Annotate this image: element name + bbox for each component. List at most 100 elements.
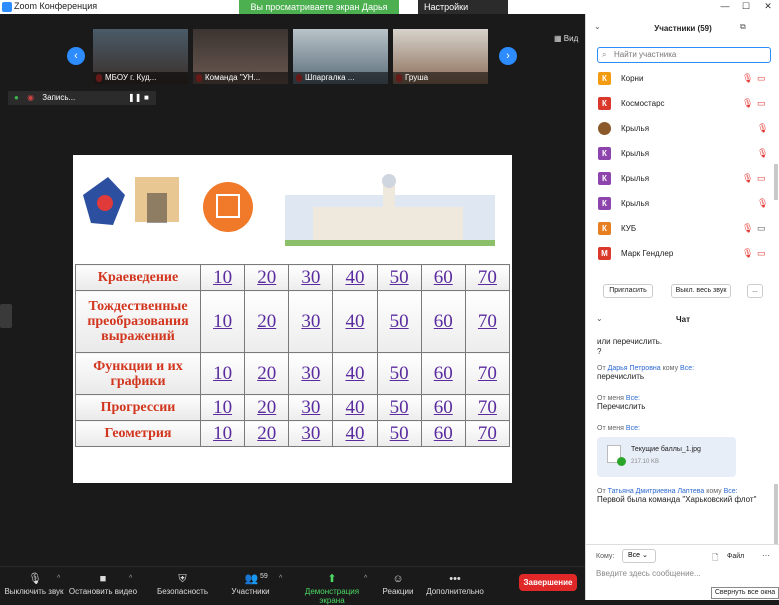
- points-link[interactable]: 40: [332, 352, 378, 395]
- video-off-icon: ▭: [757, 173, 766, 183]
- points-link[interactable]: 20: [244, 394, 290, 421]
- reactions-button[interactable]: ☺ Реакции: [380, 567, 416, 601]
- video-thumbnail[interactable]: Груша: [393, 29, 488, 84]
- message-from: От: [597, 488, 606, 495]
- points-link[interactable]: 60: [420, 290, 466, 353]
- points-link[interactable]: 60: [420, 352, 466, 395]
- participants-scrollbar[interactable]: [774, 164, 778, 200]
- end-meeting-button[interactable]: Завершение: [519, 574, 577, 591]
- more-options-button[interactable]: ...: [747, 284, 763, 298]
- points-link[interactable]: 40: [332, 290, 378, 353]
- participants-title: Участники (59): [654, 24, 712, 33]
- points-link[interactable]: 10: [199, 290, 246, 353]
- message-recipient[interactable]: Все:: [626, 395, 640, 402]
- table-row: Тождественные преобразования выражений 1…: [75, 290, 511, 353]
- stop-video-button[interactable]: ■ Остановить видео: [68, 567, 138, 601]
- points-link[interactable]: 10: [199, 394, 246, 421]
- participant-row[interactable]: К Космостарс 🎙 ▭: [586, 91, 771, 116]
- security-label: Безопасность: [156, 587, 209, 596]
- close-button[interactable]: ✕: [759, 1, 777, 13]
- points-link[interactable]: 20: [244, 264, 290, 291]
- mute-button[interactable]: 🎙 Выключить звук: [4, 567, 64, 601]
- participant-search-input[interactable]: ⌕ Найти участника: [597, 47, 771, 63]
- participant-row[interactable]: К Корни 🎙 ▭: [586, 66, 771, 91]
- points-link[interactable]: 60: [420, 394, 466, 421]
- points-link[interactable]: 50: [376, 420, 422, 447]
- points-link[interactable]: 20: [244, 420, 290, 447]
- points-link[interactable]: 20: [244, 352, 290, 395]
- more-button[interactable]: ••• Дополнительно: [425, 567, 485, 601]
- message-sender[interactable]: Татьяна Дмитриевна Лаптева: [608, 488, 705, 495]
- view-button[interactable]: ▦ Вид: [554, 34, 578, 43]
- message-recipient[interactable]: Все:: [680, 365, 694, 372]
- video-thumbnail[interactable]: Шпаргалка ...: [293, 29, 388, 84]
- participant-row[interactable]: К КУБ 🎙 ▭: [586, 216, 771, 241]
- chat-scrollbar[interactable]: [774, 484, 778, 544]
- points-link[interactable]: 50: [376, 352, 422, 395]
- points-link[interactable]: 70: [464, 264, 511, 291]
- points-link[interactable]: 10: [199, 420, 246, 447]
- video-thumbnail[interactable]: МБОУ г. Куд...: [93, 29, 188, 84]
- points-link[interactable]: 30: [288, 264, 334, 291]
- file-attachment[interactable]: Текущие баллы_1.jpg 217.10 KB: [597, 437, 736, 477]
- invite-button[interactable]: Пригласить: [603, 284, 653, 298]
- points-link[interactable]: 70: [464, 352, 511, 395]
- pause-recording-button[interactable]: ❚❚: [128, 91, 141, 105]
- message-recipient[interactable]: Все:: [626, 425, 640, 432]
- points-link[interactable]: 30: [288, 352, 334, 395]
- mute-all-button[interactable]: Выкл. весь звук: [671, 284, 731, 298]
- share-screen-button[interactable]: ⬆ Демонстрация экрана: [292, 567, 372, 605]
- points-link[interactable]: 40: [332, 420, 378, 447]
- view-options-dropdown[interactable]: Настройки просмотра ⌄: [418, 0, 508, 26]
- video-options-caret[interactable]: ^: [129, 575, 132, 582]
- participant-row[interactable]: М Марк Гендлер 🎙 ▭: [586, 241, 771, 266]
- video-thumbnail[interactable]: Команда "УН...: [193, 29, 288, 84]
- points-link[interactable]: 50: [376, 264, 422, 291]
- muted-mic-icon: 🎙: [757, 198, 769, 208]
- video-label: Остановить видео: [68, 587, 138, 596]
- file-button[interactable]: Файл: [727, 553, 744, 560]
- side-handle[interactable]: [0, 304, 12, 328]
- points-link[interactable]: 40: [332, 394, 378, 421]
- points-link[interactable]: 30: [288, 290, 334, 353]
- message-sender[interactable]: Дарья Петровна: [608, 365, 661, 372]
- participant-row[interactable]: К Крылья 🎙: [586, 191, 771, 216]
- share-caret[interactable]: ^: [364, 575, 367, 582]
- points-link[interactable]: 40: [332, 264, 378, 291]
- points-link[interactable]: 70: [464, 394, 511, 421]
- points-link[interactable]: 30: [288, 394, 334, 421]
- points-link[interactable]: 60: [420, 264, 466, 291]
- points-link[interactable]: 70: [464, 290, 511, 353]
- message-input[interactable]: Введите здесь сообщение...: [596, 569, 766, 585]
- participant-name: Космостарс: [621, 99, 665, 108]
- message-recipient[interactable]: Все:: [724, 488, 738, 495]
- prev-page-button[interactable]: ‹: [67, 47, 85, 65]
- points-link[interactable]: 60: [420, 420, 466, 447]
- points-link[interactable]: 10: [199, 264, 246, 291]
- participant-row[interactable]: К Крылья 🎙 ▭: [586, 166, 771, 191]
- security-button[interactable]: ⛨ Безопасность: [155, 567, 210, 601]
- minimize-button[interactable]: —: [716, 1, 734, 13]
- participant-row[interactable]: Крылья 🎙: [586, 116, 771, 141]
- chevron-down-icon: ⌄: [642, 552, 648, 559]
- popout-icon[interactable]: ⧉: [740, 22, 746, 32]
- points-link[interactable]: 50: [376, 394, 422, 421]
- points-link[interactable]: 10: [199, 352, 246, 395]
- maximize-button[interactable]: ☐: [737, 1, 755, 13]
- points-link[interactable]: 70: [464, 420, 511, 447]
- next-page-button[interactable]: ›: [499, 47, 517, 65]
- points-link[interactable]: 50: [376, 290, 422, 353]
- more-dots-icon[interactable]: ⋯: [762, 551, 770, 560]
- points-link[interactable]: 20: [244, 290, 290, 353]
- points-link[interactable]: 30: [288, 420, 334, 447]
- participants-caret[interactable]: ^: [279, 575, 282, 582]
- participant-row[interactable]: К Крылья 🎙: [586, 141, 771, 166]
- stop-recording-button[interactable]: ■: [144, 91, 149, 105]
- table-row: Краеведение 10 20 30 40 50 60 70: [75, 264, 511, 291]
- audio-options-caret[interactable]: ^: [57, 575, 60, 582]
- thumbnail-label: Команда "УН...: [193, 72, 288, 84]
- avatar: М: [598, 247, 611, 260]
- search-icon: ⌕: [602, 50, 607, 59]
- recipient-dropdown[interactable]: Все ⌄: [622, 549, 656, 563]
- message-text: Первой была команда "Харьковский флот": [597, 495, 757, 504]
